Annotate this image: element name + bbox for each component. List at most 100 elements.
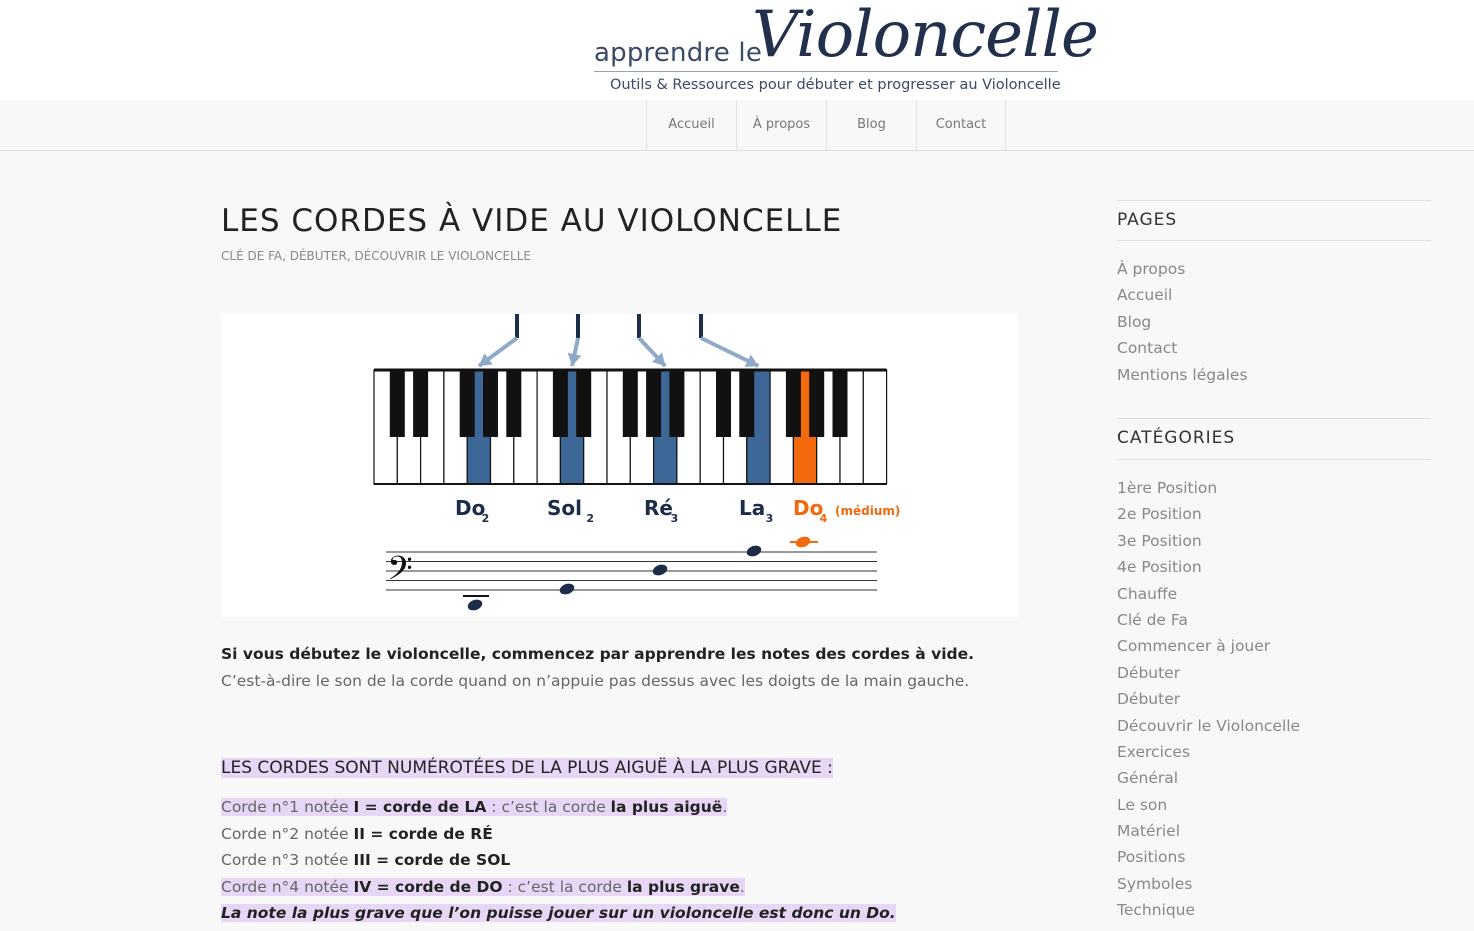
logo-divider	[594, 71, 1058, 72]
sidebar-category-item[interactable]: Technique	[1117, 897, 1300, 923]
piano-black-key	[646, 370, 662, 437]
sidebar-page-item[interactable]: Blog	[1117, 309, 1248, 335]
note-head	[652, 564, 668, 576]
post-title: LES CORDES À VIDE AU VIOLONCELLE	[221, 203, 843, 239]
subheading-text: LES CORDES SONT NUMÉROTÉES DE LA PLUS AI…	[221, 758, 833, 778]
sidebar-page-item[interactable]: Contact	[1117, 335, 1248, 361]
string-1-desc: la plus aiguë	[610, 798, 723, 816]
note-head	[746, 545, 762, 557]
sidebar-page-item[interactable]: Accueil	[1117, 282, 1248, 308]
piano-black-key	[622, 370, 638, 437]
note-subscript: 2	[482, 512, 490, 525]
piano-staff-figure: Do 2 Sol 2 Ré 3 La 3 Do 4 (médium) 𝄢	[221, 314, 1018, 617]
site-header: apprendre le Violoncelle Outils & Ressou…	[0, 0, 1474, 100]
piano-staff-illustration: Do2 Sol 2 Ré3 La 3 Do4(médium)𝄢	[373, 314, 900, 611]
note-subscript: 3	[671, 512, 679, 525]
sidebar-categories-title: CATÉGORIES	[1117, 428, 1236, 448]
sidebar-page-item[interactable]: Mentions légales	[1117, 362, 1248, 388]
site-logo[interactable]: apprendre le Violoncelle Outils & Ressou…	[590, 0, 1099, 100]
string-3-line: Corde n°3 notée III = corde de SOL	[221, 847, 896, 874]
string-1-prefix: Corde n°1 notée	[221, 798, 354, 816]
strings-list: Corde n°1 notée I = corde de LA : c’est …	[221, 794, 896, 927]
string-3-name: III = corde de SOL	[353, 851, 511, 869]
sidebar-rule	[1117, 418, 1431, 419]
piano-black-key	[739, 370, 755, 437]
sidebar-page-item[interactable]: À propos	[1117, 256, 1248, 282]
string-4-name: IV = corde de DO	[353, 877, 503, 896]
note-label: Ré	[644, 496, 673, 520]
sidebar-categories-list: 1ère Position 2e Position 3e Position 4e Po…	[1117, 475, 1300, 924]
sidebar-category-item[interactable]: 3e Position	[1117, 528, 1300, 554]
string-2-line: Corde n°2 notée II = corde de RÉ	[221, 821, 896, 848]
lowest-note-line: La note la plus grave que l’on puisse jo…	[221, 900, 896, 927]
post-categories[interactable]: CLÉ DE FA, DÉBUTER, DÉCOUVRIR LE VIOLONC…	[221, 249, 531, 263]
string-2-prefix: Corde n°2 notée	[221, 824, 354, 843]
string-4-prefix: Corde n°4 notée	[221, 877, 354, 896]
nav-item-accueil[interactable]: Accueil	[646, 100, 736, 150]
piano-black-key	[483, 370, 498, 437]
sidebar-category-item[interactable]: Chauffe	[1117, 581, 1300, 607]
sidebar-category-item[interactable]: Exercices	[1117, 739, 1300, 765]
note-head	[795, 536, 811, 548]
string-2-name: II = corde de RÉ	[353, 824, 493, 843]
string-3-prefix: Corde n°3 notée	[221, 851, 354, 869]
sidebar-category-item[interactable]: Le son	[1117, 792, 1300, 818]
intro-rest: C’est-à-dire le son de la corde quand on…	[221, 672, 970, 690]
medium-label: (médium)	[835, 504, 900, 518]
sidebar-rule	[1117, 240, 1431, 241]
sidebar-category-item[interactable]: Clé de Fa	[1117, 607, 1300, 633]
note-subscript: 2	[586, 512, 594, 525]
string-1-mid: : c’est la corde	[486, 798, 611, 816]
piano-black-key	[809, 370, 825, 437]
arrow-head	[567, 352, 582, 366]
sidebar-pages-list: À propos Accueil Blog Contact Mentions légal…	[1117, 256, 1248, 388]
piano-black-key	[669, 370, 685, 437]
piano-black-key	[785, 370, 801, 437]
string-1-end: .	[722, 798, 728, 816]
sidebar-rule	[1117, 459, 1431, 460]
bass-clef-symbol: 𝄢	[387, 550, 413, 596]
string-4-mid: : c’est la corde	[502, 877, 627, 896]
nav-item-blog[interactable]: Blog	[826, 100, 916, 150]
strings-subheading: LES CORDES SONT NUMÉROTÉES DE LA PLUS AI…	[221, 758, 833, 778]
sidebar-category-item[interactable]: 1ère Position	[1117, 475, 1300, 501]
note-subscript: 4	[820, 512, 828, 525]
intro-bold: Si vous débutez le violoncelle, commence…	[221, 645, 975, 663]
sidebar-category-item[interactable]: Commencer à jouer	[1117, 633, 1300, 659]
note-label: Sol	[547, 496, 582, 520]
sidebar-category-item[interactable]: Positions	[1117, 844, 1300, 870]
piano-black-key	[552, 370, 568, 437]
string-4-end: .	[739, 877, 745, 896]
piano-black-key	[413, 370, 429, 437]
piano-white-key	[862, 369, 888, 485]
intro-paragraph: Si vous débutez le violoncelle, commence…	[221, 641, 1021, 695]
sidebar-category-item[interactable]: 2e Position	[1117, 501, 1300, 527]
nav-item-a-propos[interactable]: À propos	[736, 100, 826, 150]
sidebar-category-item[interactable]: Débuter	[1117, 686, 1300, 712]
sidebar-category-item[interactable]: Matériel	[1117, 818, 1300, 844]
main-nav: Accueil À propos Blog Contact	[0, 100, 1474, 151]
piano-black-key	[832, 370, 848, 437]
note-label: La	[739, 496, 765, 520]
sidebar-rule-top	[1117, 200, 1431, 201]
sidebar-category-item[interactable]: Découvrir le Violoncelle	[1117, 713, 1300, 739]
piano-black-key	[716, 370, 731, 437]
string-4-desc: la plus grave	[626, 877, 740, 896]
string-1-name: I = corde de LA	[353, 798, 487, 816]
sidebar-category-item[interactable]: Débuter	[1117, 660, 1300, 686]
lowest-note-text: La note la plus grave que l’on puisse jo…	[221, 904, 896, 922]
sidebar-category-item[interactable]: Symboles	[1117, 871, 1300, 897]
nav-item-contact[interactable]: Contact	[916, 100, 1006, 150]
note-head	[467, 599, 483, 611]
sidebar-category-item[interactable]: 4e Position	[1117, 554, 1300, 580]
note-head	[559, 583, 575, 595]
note-subscript: 3	[766, 512, 774, 525]
sidebar-category-item[interactable]: Général	[1117, 765, 1300, 791]
string-1-line: Corde n°1 notée I = corde de LA : c’est …	[221, 794, 896, 821]
piano-black-key	[459, 370, 475, 437]
piano-black-key	[506, 370, 522, 437]
logo-tagline: Outils & Ressources pour débuter et prog…	[610, 77, 1061, 93]
piano-black-key	[576, 370, 592, 437]
sidebar-pages-title: PAGES	[1117, 210, 1178, 230]
string-4-line: Corde n°4 notée IV = corde de DO : c’est…	[221, 874, 896, 901]
